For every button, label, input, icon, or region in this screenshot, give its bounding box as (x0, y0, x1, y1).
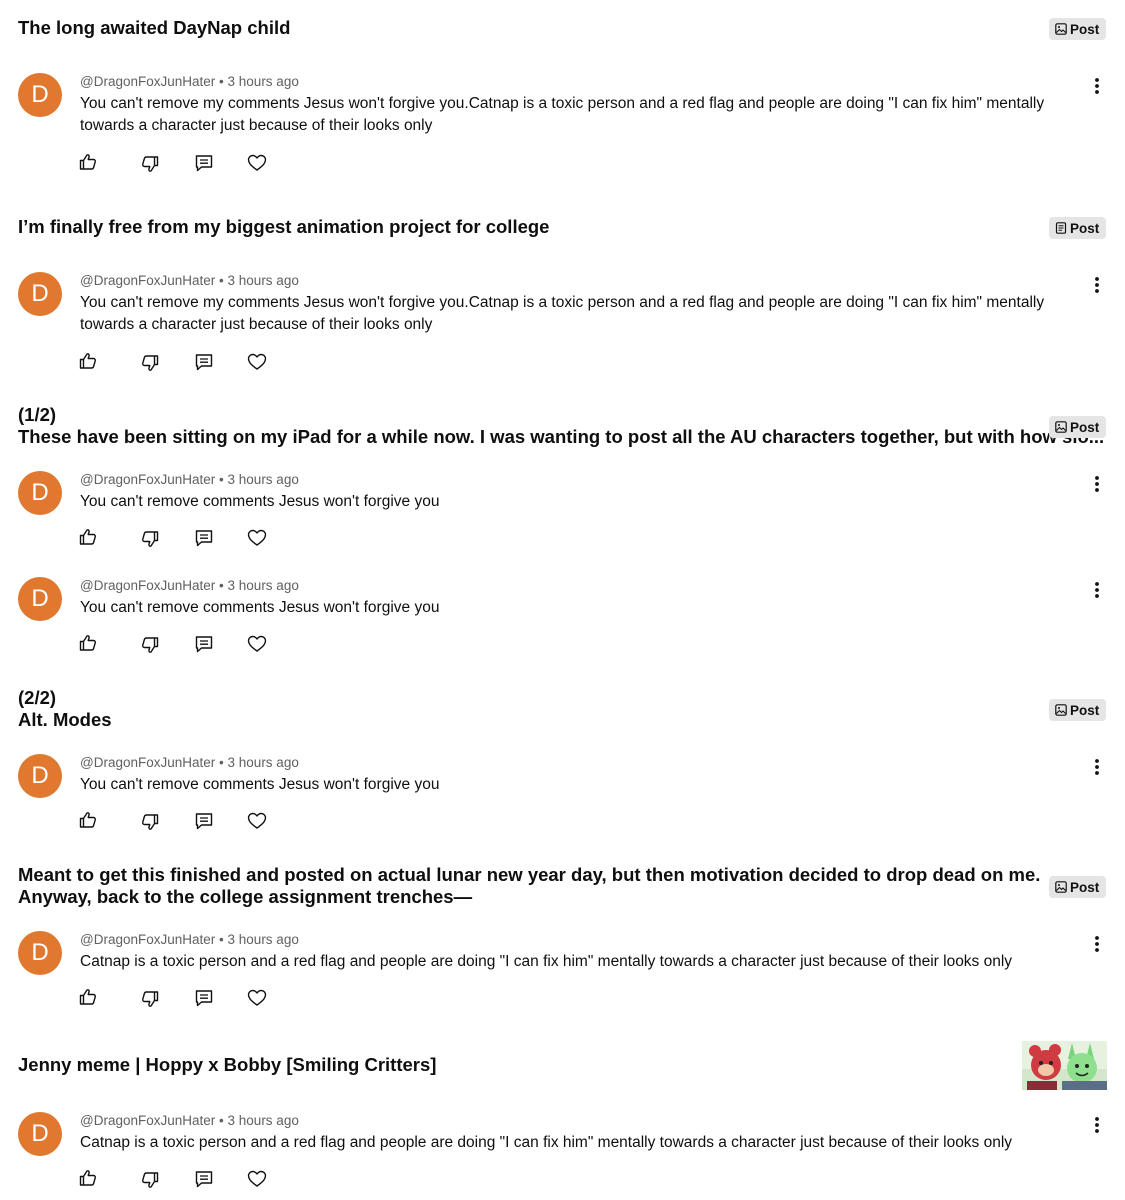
avatar[interactable]: D (18, 931, 62, 975)
smiling-critters-thumbnail[interactable] (1022, 1041, 1107, 1090)
more-vertical-icon[interactable] (1089, 935, 1105, 953)
comment-text: You can't remove comments Jesus won't fo… (80, 493, 440, 510)
avatar[interactable]: D (18, 754, 62, 798)
avatar[interactable]: D (18, 272, 62, 316)
thumbs-up-icon[interactable] (78, 987, 98, 1007)
thumbs-up-icon[interactable] (78, 527, 98, 547)
image-icon (1055, 421, 1067, 433)
post-tag[interactable]: Post (1049, 876, 1107, 898)
comment-meta: @DragonFoxJunHater • 3 hours ago (80, 273, 299, 288)
comment-text: Catnap is a toxic person and a red flag … (80, 953, 1013, 970)
post-title[interactable]: (2/2) Alt. Modes (18, 687, 112, 731)
reply-icon[interactable] (194, 988, 214, 1008)
thumbs-down-icon[interactable] (140, 353, 160, 373)
post-tag[interactable]: Post (1049, 217, 1107, 239)
comment-text: You can't remove comments Jesus won't fo… (80, 599, 440, 616)
heart-icon[interactable] (247, 811, 267, 831)
post-title[interactable]: (1/2) These have been sitting on my iPad… (18, 404, 1104, 448)
comment-author[interactable]: @DragonFoxJunHater (80, 578, 215, 593)
reply-icon[interactable] (194, 811, 214, 831)
thumbs-up-icon[interactable] (78, 1168, 98, 1188)
heart-icon[interactable] (247, 528, 267, 548)
heart-icon[interactable] (247, 352, 267, 372)
post-title[interactable]: The long awaited DayNap child (18, 17, 290, 39)
thumbs-down-icon[interactable] (140, 812, 160, 832)
reply-icon[interactable] (194, 1169, 214, 1189)
comment-time[interactable]: 3 hours ago (228, 755, 299, 770)
comment-time[interactable]: 3 hours ago (228, 578, 299, 593)
post-title[interactable]: Meant to get this finished and posted on… (18, 864, 1040, 908)
comment-meta: @DragonFoxJunHater • 3 hours ago (80, 755, 299, 770)
thumbs-up-icon[interactable] (78, 633, 98, 653)
comment-author[interactable]: @DragonFoxJunHater (80, 472, 215, 487)
thumbs-up-icon[interactable] (78, 810, 98, 830)
more-vertical-icon[interactable] (1089, 276, 1105, 294)
comment-time[interactable]: 3 hours ago (228, 1113, 299, 1128)
comment-meta: @DragonFoxJunHater • 3 hours ago (80, 472, 299, 487)
comment-meta: @DragonFoxJunHater • 3 hours ago (80, 932, 299, 947)
reply-icon[interactable] (194, 528, 214, 548)
reply-icon[interactable] (194, 352, 214, 372)
heart-icon[interactable] (247, 634, 267, 654)
post-tag[interactable]: Post (1049, 699, 1107, 721)
comment-text: Catnap is a toxic person and a red flag … (80, 1134, 1013, 1151)
more-vertical-icon[interactable] (1089, 758, 1105, 776)
document-icon (1055, 222, 1067, 234)
comment-author[interactable]: @DragonFoxJunHater (80, 273, 215, 288)
avatar[interactable]: D (18, 471, 62, 515)
avatar[interactable]: D (18, 1112, 62, 1156)
comment-text: You can't remove my comments Jesus won't… (80, 294, 1045, 333)
thumbs-down-icon[interactable] (140, 989, 160, 1009)
more-vertical-icon[interactable] (1089, 1116, 1105, 1134)
image-icon (1055, 881, 1067, 893)
more-vertical-icon[interactable] (1089, 475, 1105, 493)
thumbs-down-icon[interactable] (140, 1170, 160, 1190)
comment-author[interactable]: @DragonFoxJunHater (80, 74, 215, 89)
comment-meta: @DragonFoxJunHater • 3 hours ago (80, 1113, 299, 1128)
thumbs-down-icon[interactable] (140, 635, 160, 655)
comment-author[interactable]: @DragonFoxJunHater (80, 755, 215, 770)
post-tag[interactable]: Post (1049, 416, 1107, 438)
thumbs-down-icon[interactable] (140, 154, 160, 174)
thumbs-up-icon[interactable] (78, 152, 98, 172)
comment-meta: @DragonFoxJunHater • 3 hours ago (80, 578, 299, 593)
post-tag[interactable]: Post (1049, 18, 1107, 40)
comment-time[interactable]: 3 hours ago (228, 74, 299, 89)
heart-icon[interactable] (247, 1169, 267, 1189)
heart-icon[interactable] (247, 153, 267, 173)
image-icon (1055, 704, 1067, 716)
comment-text: You can't remove my comments Jesus won't… (80, 95, 1045, 134)
comment-text: You can't remove comments Jesus won't fo… (80, 776, 440, 793)
heart-icon[interactable] (247, 988, 267, 1008)
comment-time[interactable]: 3 hours ago (228, 273, 299, 288)
more-vertical-icon[interactable] (1089, 581, 1105, 599)
post-title[interactable]: I’m finally free from my biggest animati… (18, 216, 549, 238)
thumbs-up-icon[interactable] (78, 351, 98, 371)
avatar[interactable]: D (18, 577, 62, 621)
reply-icon[interactable] (194, 634, 214, 654)
reply-icon[interactable] (194, 153, 214, 173)
more-vertical-icon[interactable] (1089, 77, 1105, 95)
avatar[interactable]: D (18, 73, 62, 117)
thumbs-down-icon[interactable] (140, 529, 160, 549)
comment-author[interactable]: @DragonFoxJunHater (80, 1113, 215, 1128)
image-icon (1055, 23, 1067, 35)
comment-time[interactable]: 3 hours ago (228, 472, 299, 487)
comment-author[interactable]: @DragonFoxJunHater (80, 932, 215, 947)
post-title[interactable]: Jenny meme | Hoppy x Bobby [Smiling Crit… (18, 1054, 436, 1076)
comment-meta: @DragonFoxJunHater • 3 hours ago (80, 74, 299, 89)
comment-time[interactable]: 3 hours ago (228, 932, 299, 947)
